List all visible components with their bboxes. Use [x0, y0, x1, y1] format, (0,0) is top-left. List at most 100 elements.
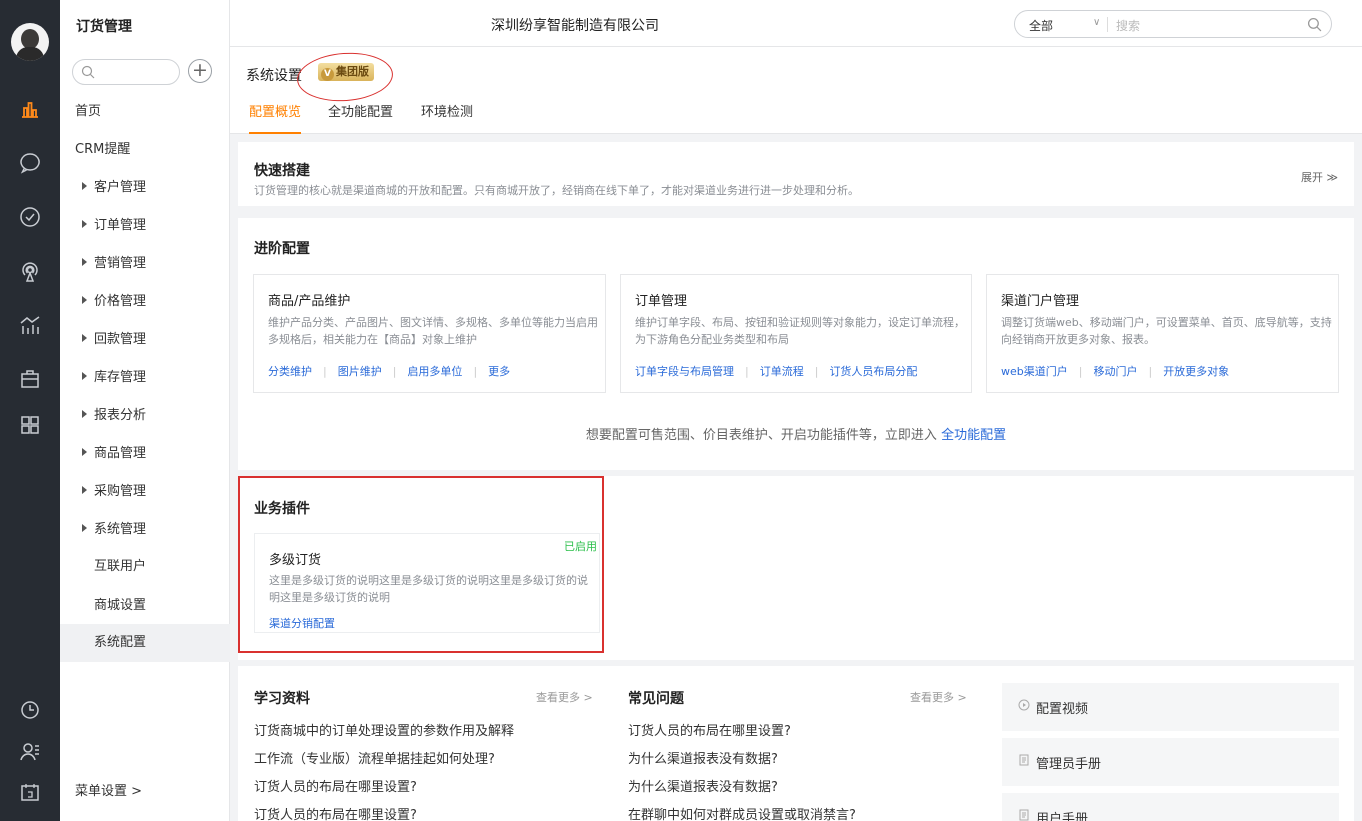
sidebar-item[interactable]: 系统配置	[60, 624, 230, 662]
chat-icon[interactable]	[18, 151, 42, 175]
caret-right-icon	[82, 296, 87, 304]
avatar[interactable]	[11, 23, 49, 61]
box-title: 订单管理	[635, 294, 688, 309]
tab-overview[interactable]: 配置概览	[249, 96, 302, 134]
caret-right-icon	[82, 220, 87, 228]
link-layout-assign[interactable]: 订货人员布局分配	[829, 365, 917, 378]
quick-build-desc: 订货管理的核心就是渠道商城的开放和配置。只有商城开放了，经销商在线下单了，才能对…	[254, 184, 859, 197]
sidebar-item[interactable]: 互联用户	[60, 548, 230, 586]
search-icon[interactable]	[1307, 17, 1322, 32]
tab-full-config[interactable]: 全功能配置	[328, 96, 393, 134]
link-mobile-portal[interactable]: 移动门户	[1093, 365, 1137, 378]
link-category[interactable]: 分类维护	[268, 365, 312, 378]
sidebar-item[interactable]: 库存管理	[60, 359, 230, 397]
admin-manual-button[interactable]: 管理员手册	[1002, 738, 1339, 786]
sidebar-item-label: 客户管理	[94, 180, 147, 195]
box-desc: 调整订货端web、移动端门户，可设置菜单、首页、底导航等，支持向经销商开放更多对…	[1001, 316, 1332, 346]
sidebar-item-label: 价格管理	[94, 294, 147, 309]
link-open-objects[interactable]: 开放更多对象	[1163, 365, 1229, 378]
left-rail	[0, 0, 60, 821]
sidebar-item[interactable]: 订单管理	[60, 207, 230, 245]
learn-title: 学习资料	[254, 691, 310, 707]
sidebar-item-label: 商品管理	[94, 446, 147, 461]
sidebar-item[interactable]: 商城设置	[60, 587, 230, 625]
sidebar-item[interactable]: CRM提醒	[60, 131, 230, 169]
document-icon	[1019, 754, 1029, 766]
full-config-link[interactable]: 全功能配置	[941, 428, 1006, 443]
sidebar-item[interactable]: 商品管理	[60, 435, 230, 473]
clock-icon[interactable]	[18, 698, 42, 722]
briefcase-icon[interactable]	[18, 367, 42, 391]
broadcast-icon[interactable]	[18, 259, 42, 283]
sidebar-item-label: 报表分析	[94, 408, 147, 423]
link-web-portal[interactable]: web渠道门户	[1001, 365, 1068, 378]
sidebar-search-input[interactable]	[72, 59, 180, 85]
learn-item[interactable]: 订货人员的布局在哪里设置?	[254, 804, 417, 821]
sidebar-item[interactable]: 回款管理	[60, 321, 230, 359]
chart-icon[interactable]	[18, 313, 42, 337]
link-images[interactable]: 图片维护	[338, 365, 382, 378]
chevron-down-icon[interactable]: ∨	[1093, 17, 1100, 28]
sidebar-item-label: 采购管理	[94, 484, 147, 499]
learn-item[interactable]: 订货人员的布局在哪里设置?	[254, 776, 417, 795]
box-desc: 维护订单字段、布局、按钮和验证规则等对象能力，设定订单流程，为下游角色分配业务类…	[635, 316, 965, 346]
scope-select[interactable]: 全部	[1029, 17, 1053, 34]
advanced-config-card: 进阶配置 商品/产品维护 维护产品分类、产品图片、图文详情、多规格、多单位等能力…	[238, 218, 1354, 470]
sidebar-item[interactable]: 客户管理	[60, 169, 230, 207]
link-multi-unit[interactable]: 启用多单位	[407, 365, 462, 378]
channel-portal-box: 渠道门户管理 调整订货端web、移动端门户，可设置菜单、首页、底导航等，支持向经…	[986, 274, 1339, 393]
link-order-flow[interactable]: 订单流程	[760, 365, 804, 378]
check-circle-icon[interactable]	[18, 205, 42, 229]
quick-build-title: 快速搭建	[254, 163, 310, 179]
faq-title: 常见问题	[628, 691, 684, 707]
faq-item[interactable]: 订货人员的布局在哪里设置?	[628, 720, 791, 739]
sidebar-item-label: CRM提醒	[75, 142, 131, 157]
play-icon	[1018, 699, 1030, 711]
caret-right-icon	[82, 524, 87, 532]
menu-settings-link[interactable]: 菜单设置 >	[75, 780, 142, 799]
sidebar-item[interactable]: 价格管理	[60, 283, 230, 321]
caret-right-icon	[82, 334, 87, 342]
faq-item[interactable]: 为什么渠道报表没有数据?	[628, 776, 778, 795]
sidebar-item[interactable]: 营销管理	[60, 245, 230, 283]
sidebar-item-label: 营销管理	[94, 256, 147, 271]
sidebar-item[interactable]: 首页	[60, 93, 230, 131]
caret-right-icon	[82, 258, 87, 266]
config-video-button[interactable]: 配置视频	[1002, 683, 1339, 731]
tab-env-check[interactable]: 环境检测	[421, 96, 473, 134]
sidebar-item-label: 商城设置	[94, 598, 147, 613]
faq-more-link[interactable]: 查看更多 >	[910, 689, 967, 705]
annotation-box	[238, 476, 604, 653]
expand-button[interactable]: 展开 ≫	[1301, 169, 1338, 185]
calendar-icon[interactable]	[18, 780, 42, 804]
caret-right-icon	[82, 182, 87, 190]
apps-icon[interactable]	[18, 413, 42, 437]
sidebar-item-label: 系统管理	[94, 522, 147, 537]
user-manual-button[interactable]: 用户手册	[1002, 793, 1339, 821]
top-header: 深圳纷享智能制造有限公司 全部 ∨ 搜索	[230, 0, 1362, 47]
sidebar-item-label: 订单管理	[94, 218, 147, 233]
full-config-hint: 想要配置可售范围、价目表维护、开启功能插件等，立即进入 全功能配置	[585, 428, 1007, 443]
link-more[interactable]: 更多	[488, 365, 510, 378]
sidebar-item[interactable]: 系统管理	[60, 511, 230, 549]
learn-item[interactable]: 工作流（专业版）流程单据挂起如何处理?	[254, 748, 495, 767]
contacts-icon[interactable]	[18, 740, 42, 764]
box-title: 渠道门户管理	[1001, 294, 1080, 309]
faq-item[interactable]: 在群聊中如何对群成员设置或取消禁言?	[628, 804, 856, 821]
sidebar-item[interactable]: 采购管理	[60, 473, 230, 511]
link-order-fields[interactable]: 订单字段与布局管理	[635, 365, 734, 378]
faq-item[interactable]: 为什么渠道报表没有数据?	[628, 748, 778, 767]
learn-more-link[interactable]: 查看更多 >	[536, 689, 593, 705]
page-title: 系统设置	[246, 68, 302, 84]
global-search[interactable]: 全部 ∨ 搜索	[1014, 10, 1332, 38]
dashboard-icon[interactable]	[18, 97, 42, 121]
search-input[interactable]: 搜索	[1116, 17, 1140, 34]
sidebar-item-label: 互联用户	[94, 559, 147, 574]
add-button[interactable]: +	[188, 59, 212, 83]
advanced-config-title: 进阶配置	[254, 241, 310, 257]
learn-item[interactable]: 订货商城中的订单处理设置的参数作用及解释	[254, 720, 514, 739]
sidebar-item-label: 首页	[75, 104, 102, 119]
box-title: 商品/产品维护	[268, 294, 351, 309]
sidebar-item-label: 系统配置	[94, 635, 147, 650]
sidebar-item[interactable]: 报表分析	[60, 397, 230, 435]
